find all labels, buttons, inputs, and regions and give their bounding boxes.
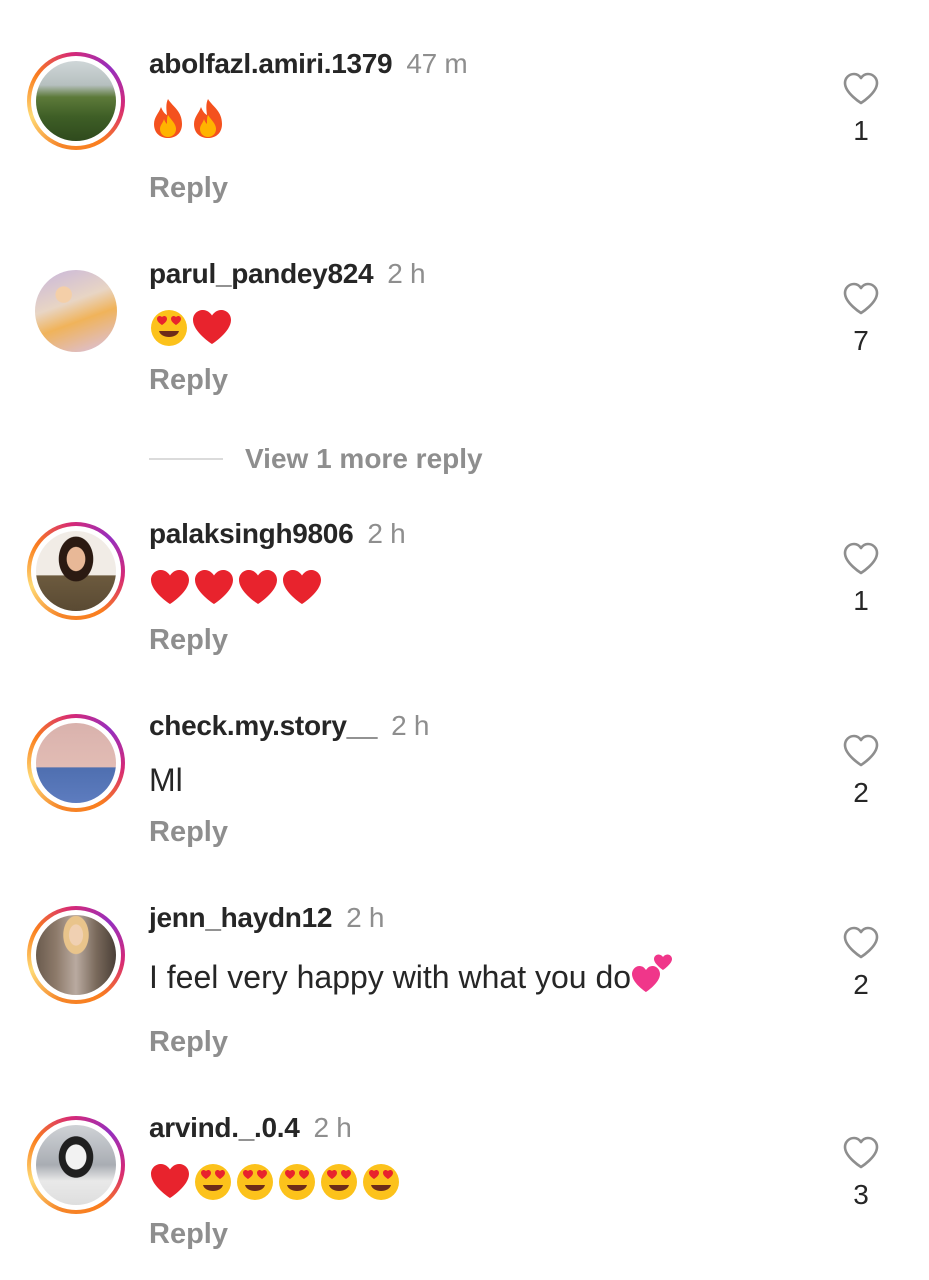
heart-eyes-icon [235, 1162, 275, 1207]
heart-outline-icon [843, 734, 879, 767]
comment-time: 2 h [313, 1112, 352, 1143]
comment-time: 2 h [387, 258, 426, 289]
heart-outline-icon [843, 282, 879, 315]
like-count: 1 [853, 585, 869, 616]
heart-eyes-icon [361, 1162, 401, 1207]
comment-username[interactable]: check.my.story__ 2 h [149, 710, 429, 742]
like-button[interactable]: 1 [842, 72, 880, 147]
reply-button[interactable]: Reply [149, 364, 228, 397]
view-more-label: View 1 more reply [245, 443, 483, 474]
divider [149, 458, 223, 460]
like-button[interactable]: 7 [842, 282, 880, 357]
heart-outline-icon [843, 72, 879, 105]
like-count: 2 [853, 777, 869, 808]
red-heart-icon [191, 308, 233, 353]
fire-icon [149, 97, 187, 144]
reply-button[interactable]: Reply [149, 172, 228, 205]
comment-text: I feel very happy with what you do [149, 954, 673, 1002]
comment-time: 2 h [391, 710, 430, 741]
red-heart-icon [149, 568, 191, 611]
fire-icon [189, 97, 227, 144]
heart-outline-icon [843, 1136, 879, 1169]
like-count: 7 [853, 325, 869, 356]
two-hearts-icon [631, 954, 673, 1002]
like-count: 1 [853, 115, 869, 146]
heart-eyes-icon [149, 308, 189, 353]
comment-text: Ml [149, 762, 183, 798]
avatar[interactable] [27, 52, 125, 150]
like-button[interactable]: 2 [842, 734, 880, 809]
heart-eyes-icon [277, 1162, 317, 1207]
comment-emojis [149, 97, 227, 144]
red-heart-icon [149, 1162, 191, 1207]
like-button[interactable]: 2 [842, 926, 880, 1001]
comment-emojis [149, 308, 233, 353]
comment-username[interactable]: abolfazl.amiri.1379 47 m [149, 48, 468, 80]
avatar[interactable] [27, 906, 125, 1004]
avatar[interactable] [27, 714, 125, 812]
comment-username[interactable]: jenn_haydn12 2 h [149, 902, 384, 934]
like-count: 2 [853, 969, 869, 1000]
reply-button[interactable]: Reply [149, 1026, 228, 1059]
heart-eyes-icon [319, 1162, 359, 1207]
heart-outline-icon [843, 926, 879, 959]
heart-eyes-icon [193, 1162, 233, 1207]
comment-username[interactable]: arvind._.0.4 2 h [149, 1112, 352, 1144]
avatar[interactable] [27, 262, 125, 360]
like-button[interactable]: 1 [842, 542, 880, 617]
comment-emojis [149, 568, 323, 611]
comment-time: 47 m [406, 48, 468, 79]
like-button[interactable]: 3 [842, 1136, 880, 1211]
heart-outline-icon [843, 542, 879, 575]
like-count: 3 [853, 1179, 869, 1210]
red-heart-icon [281, 568, 323, 611]
red-heart-icon [237, 568, 279, 611]
reply-button[interactable]: Reply [149, 816, 228, 849]
red-heart-icon [193, 568, 235, 611]
reply-button[interactable]: Reply [149, 1218, 228, 1251]
comment-time: 2 h [346, 902, 385, 933]
view-more-replies-button[interactable]: View 1 more reply [149, 443, 483, 475]
comment-emojis [149, 1162, 401, 1207]
avatar[interactable] [27, 1116, 125, 1214]
avatar[interactable] [27, 522, 125, 620]
comment-time: 2 h [367, 518, 406, 549]
reply-button[interactable]: Reply [149, 624, 228, 657]
comment-username[interactable]: palaksingh9806 2 h [149, 518, 406, 550]
comment-username[interactable]: parul_pandey824 2 h [149, 258, 426, 290]
